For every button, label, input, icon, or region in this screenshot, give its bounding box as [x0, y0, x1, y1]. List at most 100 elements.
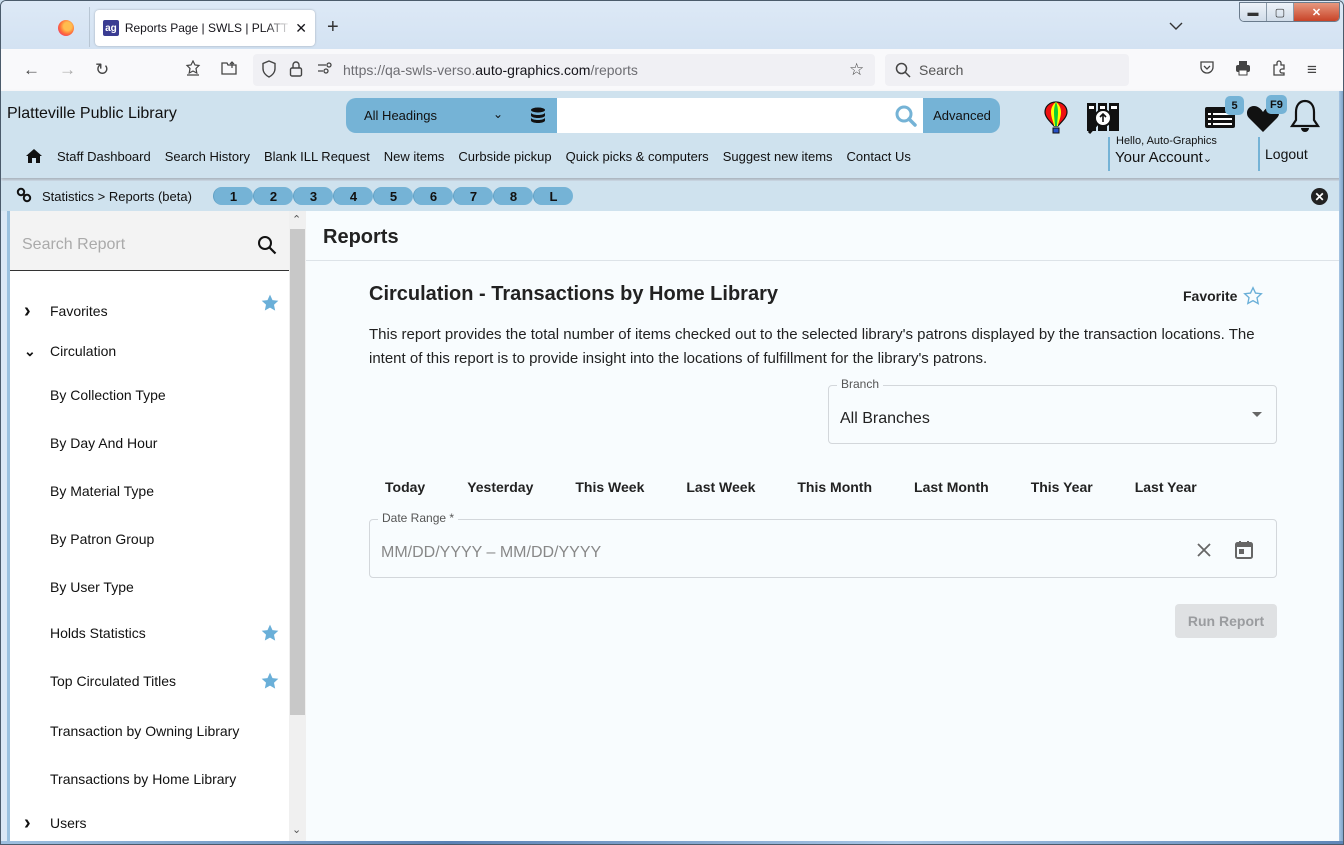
share-icon[interactable]	[221, 60, 237, 81]
nav-quick-picks[interactable]: Quick picks & computers	[566, 149, 709, 164]
hot-air-balloon-icon[interactable]	[1044, 101, 1068, 135]
pill-6[interactable]: 6	[413, 187, 453, 205]
maximize-button[interactable]: ▢	[1267, 3, 1294, 21]
close-circle-icon[interactable]: ✕	[1311, 188, 1328, 205]
bell-icon[interactable]	[1289, 99, 1321, 135]
nav-new-items[interactable]: New items	[384, 149, 445, 164]
chevron-right-icon[interactable]: ›	[24, 812, 31, 835]
pocket-icon[interactable]	[1199, 60, 1215, 81]
quick-date-last-year[interactable]: Last Year	[1119, 477, 1213, 497]
barcode-scanner-icon[interactable]	[1085, 101, 1121, 135]
date-range-input[interactable]: MM/DD/YYYY – MM/DD/YYYY	[381, 544, 601, 562]
favorite-toggle[interactable]: Favorite	[1183, 286, 1264, 306]
browser-search-bar[interactable]: Search	[885, 54, 1129, 86]
quick-date-this-year[interactable]: This Year	[1015, 477, 1109, 497]
your-account-menu[interactable]: Your Account⌄	[1115, 149, 1212, 166]
sidebar-item-by-day-and-hour[interactable]: By Day And Hour	[10, 429, 292, 457]
search-icon[interactable]	[257, 235, 277, 255]
logout-link[interactable]: Logout	[1265, 146, 1308, 162]
page-title: Reports	[323, 226, 399, 248]
sidebar-item-by-material-type[interactable]: By Material Type	[10, 477, 292, 505]
chevron-down-icon[interactable]: ⌄	[493, 107, 503, 121]
forward-icon[interactable]: →	[59, 60, 76, 80]
sidebar-item-circulation[interactable]: ⌄ Circulation	[10, 337, 292, 365]
nav-blank-ill-request[interactable]: Blank ILL Request	[264, 149, 370, 164]
shield-icon[interactable]	[261, 60, 277, 83]
nav-curbside-pickup[interactable]: Curbside pickup	[458, 149, 551, 164]
sidebar-item-users[interactable]: › Users	[10, 809, 292, 837]
chevron-right-icon[interactable]: ›	[24, 300, 31, 323]
catalog-search-input[interactable]	[557, 98, 923, 133]
pill-3[interactable]: 3	[293, 187, 333, 205]
sidebar-item-label: Transactions by Home Library	[50, 771, 237, 787]
tab-list-chevron-icon[interactable]	[1169, 19, 1183, 33]
pill-5[interactable]: 5	[373, 187, 413, 205]
run-report-button[interactable]: Run Report	[1175, 604, 1277, 638]
pill-8[interactable]: 8	[493, 187, 533, 205]
sidebar-item-by-collection-type[interactable]: By Collection Type	[10, 381, 292, 409]
tab-close-icon[interactable]: ✕	[295, 20, 307, 37]
pill-7[interactable]: 7	[453, 187, 493, 205]
extensions-icon[interactable]	[1271, 60, 1287, 81]
pill-2[interactable]: 2	[253, 187, 293, 205]
branch-select[interactable]: Branch All Branches	[828, 377, 1277, 444]
quick-date-last-week[interactable]: Last Week	[670, 477, 771, 497]
back-icon[interactable]: ←	[23, 60, 40, 80]
address-bar[interactable]: https://qa-swls-verso.auto-graphics.com/…	[253, 54, 875, 86]
pill-1[interactable]: 1	[213, 187, 253, 205]
sidebar-item-holds-statistics[interactable]: Holds Statistics	[10, 619, 292, 647]
nav-contact-us[interactable]: Contact Us	[847, 149, 911, 164]
clear-icon[interactable]	[1196, 542, 1212, 558]
advanced-search-button[interactable]: Advanced	[924, 98, 1000, 133]
nav-suggest-new-items[interactable]: Suggest new items	[723, 149, 833, 164]
pill-4[interactable]: 4	[333, 187, 373, 205]
star-outline-icon[interactable]	[1243, 286, 1264, 306]
nav-staff-dashboard[interactable]: Staff Dashboard	[57, 149, 151, 164]
scroll-down-icon[interactable]: ⌄	[292, 823, 301, 836]
sidebar-item-by-user-type[interactable]: By User Type	[10, 573, 292, 601]
chevron-down-icon[interactable]: ⌄	[24, 343, 36, 360]
scrollbar-thumb[interactable]	[290, 229, 305, 715]
star-icon[interactable]	[260, 293, 280, 313]
quick-date-today[interactable]: Today	[369, 477, 441, 497]
firefox-icon[interactable]	[58, 20, 74, 36]
sidebar-item-transaction-by-owning-library[interactable]: Transaction by Owning Library	[10, 717, 292, 745]
pill-l[interactable]: L	[533, 187, 573, 205]
tab-reports-page[interactable]: ag Reports Page | SWLS | PLATT | Auto-Gr…	[95, 10, 315, 46]
minimize-button[interactable]: ▬	[1240, 3, 1267, 21]
database-icon[interactable]	[530, 107, 546, 125]
bookmark-page-icon[interactable]	[185, 59, 201, 81]
print-icon[interactable]	[1235, 60, 1251, 81]
bookmark-star-icon[interactable]: ☆	[849, 60, 864, 80]
home-icon[interactable]	[25, 148, 43, 164]
library-name[interactable]: Platteville Public Library	[7, 105, 177, 123]
star-icon[interactable]	[260, 623, 280, 643]
scroll-up-icon[interactable]: ⌃	[292, 213, 301, 226]
nav-search-history[interactable]: Search History	[165, 149, 250, 164]
sidebar-item-label: By Material Type	[50, 483, 155, 499]
reload-icon[interactable]: ↻	[95, 60, 109, 80]
search-icon[interactable]	[895, 105, 917, 127]
search-scope-select[interactable]: All Headings	[364, 108, 437, 123]
sidebar-item-by-patron-group[interactable]: By Patron Group	[10, 525, 292, 553]
window-close-button[interactable]: ✕	[1294, 3, 1339, 21]
breadcrumb[interactable]: Statistics > Reports (beta)	[42, 189, 192, 204]
menu-icon[interactable]: ≡	[1307, 60, 1317, 80]
quick-date-this-month[interactable]: This Month	[781, 477, 888, 497]
date-range-field[interactable]: Date Range * MM/DD/YYYY – MM/DD/YYYY	[369, 511, 1277, 578]
new-tab-button[interactable]: +	[327, 17, 339, 37]
report-search-input[interactable]	[22, 233, 242, 257]
sidebar-item-favorites[interactable]: › Favorites	[10, 294, 292, 325]
quick-date-yesterday[interactable]: Yesterday	[451, 477, 549, 497]
sidebar-item-label: By Day And Hour	[50, 435, 158, 451]
url-text[interactable]: https://qa-swls-verso.auto-graphics.com/…	[343, 62, 638, 78]
sidebar-scrollbar[interactable]: ⌃ ⌄	[289, 211, 306, 841]
quick-date-last-month[interactable]: Last Month	[898, 477, 1005, 497]
star-icon[interactable]	[260, 671, 280, 691]
calendar-icon[interactable]	[1234, 540, 1254, 560]
permissions-icon[interactable]	[317, 60, 333, 81]
lock-icon[interactable]	[289, 60, 303, 83]
sidebar-item-top-circulated-titles[interactable]: Top Circulated Titles	[10, 667, 292, 695]
quick-date-this-week[interactable]: This Week	[559, 477, 660, 497]
sidebar-item-transactions-by-home-library[interactable]: Transactions by Home Library	[10, 765, 292, 793]
